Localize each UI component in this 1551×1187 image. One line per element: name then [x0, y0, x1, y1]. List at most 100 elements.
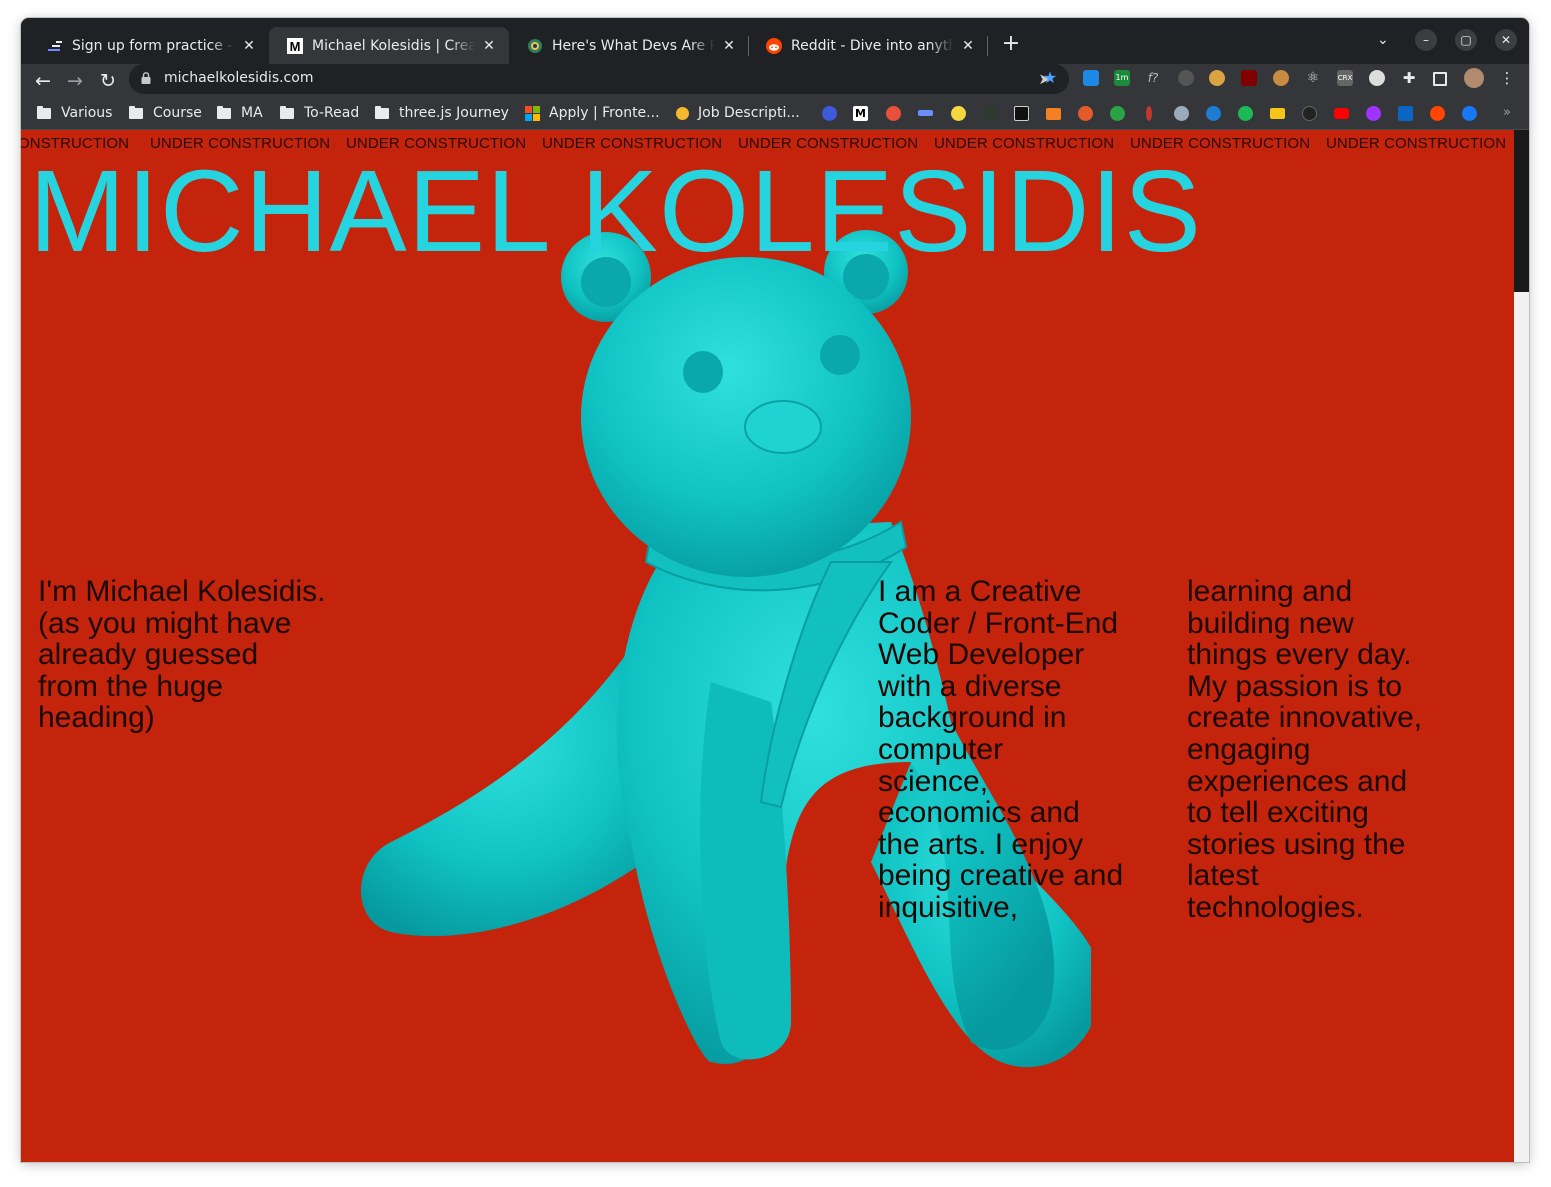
tab-separator: [987, 36, 988, 56]
bookmark-scrimba-icon[interactable]: [918, 110, 933, 116]
bookmark-check-icon[interactable]: [983, 106, 998, 121]
page-heading: MICHAEL KOLESIDIS: [29, 146, 1203, 276]
bookmark-figure-icon[interactable]: [1146, 106, 1152, 121]
back-arrow-icon[interactable]: ←: [30, 68, 56, 94]
bookmark-ghost-icon[interactable]: [1174, 106, 1189, 121]
extension-mouse-icon[interactable]: [1178, 70, 1194, 86]
extensions-puzzle-icon[interactable]: ✚: [1401, 70, 1417, 86]
extension-calendar-icon[interactable]: [1083, 70, 1099, 86]
bookmark-icon-blue[interactable]: [822, 106, 837, 121]
about-column-2: learning and building new things every d…: [1187, 576, 1422, 924]
intro-line: (as you might have: [38, 606, 292, 640]
tab-close-icon[interactable]: ✕: [960, 38, 976, 54]
bookmark-label: MA: [241, 105, 263, 121]
about-line: to tell exciting: [1187, 796, 1369, 830]
bookmark-course[interactable]: Course: [129, 103, 202, 123]
intro-line: from the huge: [38, 669, 224, 703]
tab-reddit[interactable]: Reddit - Dive into anything ✕: [748, 27, 988, 64]
bookmark-label: Apply | Fronte...: [549, 105, 660, 121]
about-line: engaging: [1187, 732, 1311, 766]
bookmark-imdb-icon[interactable]: [1270, 108, 1285, 119]
side-panel-icon[interactable]: [1433, 72, 1447, 86]
tab-title: Reddit - Dive into anything: [791, 37, 954, 54]
extension-cat-icon[interactable]: [1209, 70, 1225, 86]
bookmark-messenger-icon[interactable]: [1366, 106, 1381, 121]
about-line: experiences and: [1187, 764, 1408, 798]
extension-cookie-icon[interactable]: [1273, 70, 1289, 86]
extension-circle-icon[interactable]: [1369, 70, 1385, 86]
tab-title: Sign up form practice - Scrimba: [72, 37, 235, 54]
folder-icon: [375, 105, 389, 119]
forward-arrow-icon[interactable]: →: [62, 68, 88, 94]
bookmark-apply-frontend[interactable]: Apply | Fronte...: [525, 103, 660, 123]
close-window-button[interactable]: ✕: [1495, 29, 1517, 51]
new-tab-button[interactable]: +: [999, 32, 1023, 56]
bookmark-label: three.js Journey: [399, 105, 509, 121]
page-scrollbar[interactable]: [1514, 130, 1529, 1162]
about-line: Coder / Front-End: [878, 606, 1119, 640]
bookmark-github-icon[interactable]: [1302, 106, 1317, 121]
bookmark-label: Job Descripti...: [698, 105, 800, 121]
bookmark-youtube-icon[interactable]: [1334, 108, 1349, 119]
tab-strip: Sign up form practice - Scrimba ✕ M Mich…: [21, 18, 1529, 64]
bookmark-reddit-icon[interactable]: [1430, 106, 1445, 121]
folder-icon: [37, 105, 51, 119]
tab-title: Michael Kolesidis | Creative Coder: [312, 37, 475, 54]
tab-close-icon[interactable]: ✕: [721, 38, 737, 54]
bookmark-linkedin-icon[interactable]: [1398, 106, 1413, 121]
bookmark-tomato-icon[interactable]: [886, 106, 901, 121]
bookmark-label: To-Read: [304, 105, 360, 121]
ublock-icon[interactable]: [1241, 70, 1257, 86]
bookmarks-overflow-icon[interactable]: »: [1503, 105, 1511, 120]
bookmark-m-dark-icon[interactable]: [1014, 106, 1029, 121]
url-text: michaelkolesidis.com: [164, 70, 314, 86]
bookmark-m-icon[interactable]: M: [853, 106, 868, 121]
reddit-icon: [766, 37, 782, 54]
extension-fx-icon[interactable]: f?: [1145, 70, 1161, 86]
about-line: being creative and: [878, 859, 1124, 893]
intro-line: heading): [38, 701, 155, 735]
folder-icon: [280, 105, 294, 119]
profile-avatar[interactable]: [1464, 68, 1484, 88]
about-line: inquisitive,: [878, 890, 1019, 924]
bookmark-spotify-icon[interactable]: [1238, 106, 1253, 121]
microsoft-icon: [525, 105, 540, 121]
bookmark-various[interactable]: Various: [37, 103, 112, 123]
bookmark-moon-icon[interactable]: [951, 106, 966, 121]
bookmark-stackoverflow-icon[interactable]: [1046, 108, 1061, 120]
bookmarks-bar: Various Course MA To-Read three.js Journ…: [21, 97, 1529, 130]
menu-kebab-icon[interactable]: ⋮: [1499, 70, 1515, 86]
bookmark-star-icon[interactable]: ★: [1042, 70, 1058, 86]
bookmark-brain-icon[interactable]: [1110, 106, 1125, 121]
browser-toolbar: ← → ↻ michaelkolesidis.com ➤ ★ 1m f? ⚛ C…: [21, 64, 1529, 97]
browser-window: Sign up form practice - Scrimba ✕ M Mich…: [21, 18, 1529, 1162]
about-line: technologies.: [1187, 890, 1364, 924]
bookmark-ma[interactable]: MA: [217, 103, 263, 123]
intro-line: already guessed: [38, 638, 259, 672]
bookmark-c-icon[interactable]: [1206, 106, 1221, 121]
bookmark-to-read[interactable]: To-Read: [280, 103, 359, 123]
reload-icon[interactable]: ↻: [95, 68, 121, 94]
about-line: learning and: [1187, 575, 1353, 608]
lock-icon: [141, 72, 151, 84]
extension-crx-icon[interactable]: CRX: [1337, 70, 1353, 86]
bookmark-job-description[interactable]: Job Descripti...: [676, 103, 800, 123]
about-line: the arts. I enjoy: [878, 827, 1084, 861]
tab-devs-planning[interactable]: Here's What Devs Are Planning ✕: [509, 27, 749, 64]
bookmark-facebook-icon[interactable]: [1462, 106, 1477, 121]
tab-close-icon[interactable]: ✕: [481, 38, 497, 54]
bookmark-ask-icon[interactable]: [1078, 106, 1093, 121]
scrollbar-thumb[interactable]: [1514, 130, 1529, 292]
tab-scrimba[interactable]: Sign up form practice - Scrimba ✕: [29, 27, 269, 64]
address-bar[interactable]: michaelkolesidis.com ➤: [129, 64, 1069, 94]
extension-1m-icon[interactable]: 1m: [1114, 70, 1130, 86]
tab-search-chevron-icon[interactable]: ⌄: [1377, 32, 1389, 48]
maximize-button[interactable]: ▢: [1455, 29, 1477, 51]
bookmark-threejs-journey[interactable]: three.js Journey: [375, 103, 509, 123]
minimize-button[interactable]: –: [1415, 29, 1437, 51]
react-devtools-icon[interactable]: ⚛: [1305, 70, 1321, 86]
folder-icon: [217, 105, 231, 119]
tab-close-icon[interactable]: ✕: [241, 38, 257, 54]
tab-michael-kolesidis[interactable]: M Michael Kolesidis | Creative Coder ✕: [269, 27, 509, 64]
tab-title: Here's What Devs Are Planning: [552, 37, 715, 54]
